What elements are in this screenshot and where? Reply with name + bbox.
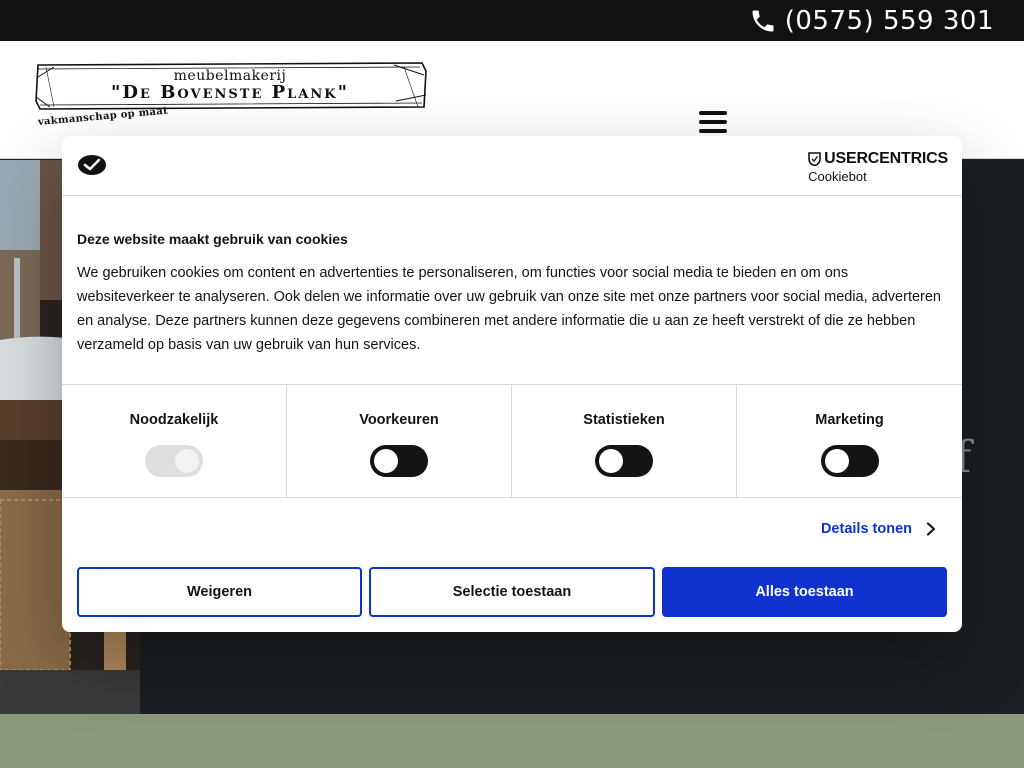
category-label: Marketing xyxy=(815,412,884,428)
hamburger-icon[interactable] xyxy=(699,111,727,137)
footer-band xyxy=(0,714,1024,768)
phone-icon xyxy=(752,10,774,31)
top-bar: (0575) 559 301 xyxy=(0,0,1024,41)
category-label: Noodzakelijk xyxy=(129,412,219,428)
chevron-right-icon xyxy=(926,522,936,536)
phone-link[interactable]: (0575) 559 301 xyxy=(749,4,994,37)
category-preferences: Voorkeuren xyxy=(287,385,512,497)
dialog-title: Deze website maakt gebruik van cookies xyxy=(77,231,348,247)
marketing-toggle[interactable] xyxy=(820,445,879,477)
dialog-description: We gebruiken cookies om content en adver… xyxy=(77,265,941,353)
category-label: Statistieken xyxy=(583,412,665,428)
allow-selection-button[interactable]: Selectie toestaan xyxy=(369,567,655,617)
dialog-buttons: Weigeren Selectie toestaan Alles toestaa… xyxy=(77,567,947,617)
usercentrics-brand[interactable]: USERCENTRICS Cookiebot xyxy=(808,150,948,184)
statistics-toggle[interactable] xyxy=(595,445,653,477)
category-label: Voorkeuren xyxy=(359,412,439,428)
category-necessary: Noodzakelijk xyxy=(62,385,287,497)
category-statistics: Statistieken xyxy=(512,385,737,497)
site-logo[interactable]: meubelmakerij "De Bovenste Plank" vakman… xyxy=(32,59,432,141)
shield-icon xyxy=(808,152,821,166)
usercentrics-name: USERCENTRICS xyxy=(808,150,948,168)
cookie-logo-icon xyxy=(78,155,106,175)
cookie-consent-dialog: USERCENTRICS Cookiebot Deze website maak… xyxy=(62,136,962,632)
allow-all-button[interactable]: Alles toestaan xyxy=(662,567,947,617)
preferences-toggle[interactable] xyxy=(370,445,428,477)
details-link[interactable]: Details tonen xyxy=(821,521,936,537)
decline-button[interactable]: Weigeren xyxy=(77,567,362,617)
necessary-toggle xyxy=(145,445,203,477)
cookiebot-label: Cookiebot xyxy=(808,169,867,184)
dialog-header: USERCENTRICS Cookiebot xyxy=(62,136,962,196)
logo-main-text: "De Bovenste Plank" xyxy=(111,82,349,103)
category-marketing: Marketing xyxy=(737,385,962,497)
phone-number: (0575) 559 301 xyxy=(784,5,994,36)
dialog-body: Deze website maakt gebruik van cookies W… xyxy=(77,231,947,357)
consent-categories: Noodzakelijk Voorkeuren Statistieken Mar… xyxy=(62,384,962,498)
details-label: Details tonen xyxy=(820,521,912,537)
usercentrics-label: USERCENTRICS xyxy=(824,150,948,167)
